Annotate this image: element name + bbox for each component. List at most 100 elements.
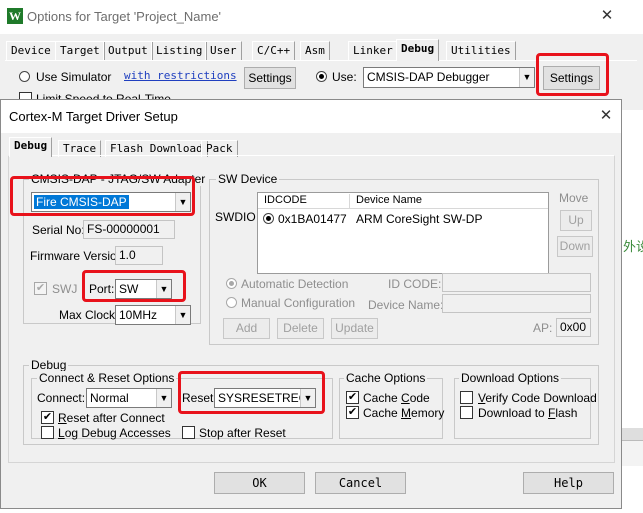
sw-device-table[interactable]: IDCODE Device Name 0x1BA01477 ARM CoreSi… — [257, 192, 549, 274]
tab-debug[interactable]: Debug — [9, 137, 53, 157]
stop-after-reset-checkbox[interactable] — [182, 426, 195, 439]
use-debugger-label: Use: — [332, 70, 357, 84]
max-clock-select-value: 10MHz — [119, 308, 158, 322]
column-header-device-name: Device Name — [356, 194, 423, 206]
log-debug-accesses-label: Log Debug Accesses — [58, 426, 171, 440]
debugger-select[interactable]: CMSIS-DAP Debugger — [363, 67, 535, 88]
column-header-idcode: IDCODE — [258, 194, 350, 209]
chevron-down-icon — [519, 68, 534, 87]
reset-after-connect-checkbox[interactable]: ✔ — [41, 411, 54, 424]
port-label: Port: — [89, 282, 115, 296]
debugger-settings-button[interactable]: Settings — [543, 66, 600, 90]
device-name-field[interactable] — [442, 294, 591, 313]
driver-setup-close-icon[interactable]: ✕ — [598, 108, 614, 124]
manual-configuration-radio[interactable] — [226, 297, 237, 308]
sw-device-table-header: IDCODE Device Name — [258, 193, 548, 209]
reset-after-connect-label: Reset after Connect — [58, 411, 165, 425]
log-debug-accesses-checkbox[interactable] — [41, 426, 54, 439]
connect-select[interactable]: Normal — [86, 388, 172, 408]
driver-setup-title: Cortex-M Target Driver Setup — [9, 109, 178, 124]
chevron-down-icon — [175, 306, 190, 324]
verify-code-download-label: Verify Code Download — [478, 391, 597, 405]
tab-listing[interactable]: Listing — [151, 41, 208, 60]
tab-linker[interactable]: Linker — [348, 41, 398, 60]
options-window-title: Options for Target 'Project_Name' — [27, 9, 222, 24]
chevron-down-icon — [156, 389, 171, 407]
options-window-close-icon[interactable]: ✕ — [599, 8, 615, 24]
adapter-select[interactable]: Fire CMSIS-DAP — [31, 192, 191, 212]
uvision-app-icon: W — [7, 8, 23, 24]
tab-c-cpp[interactable]: C/C++ — [252, 41, 296, 60]
reset-label: Reset: — [182, 391, 217, 405]
chevron-down-icon — [175, 193, 190, 211]
device-row-name: ARM CoreSight SW-DP — [356, 212, 483, 226]
driver-setup-titlebar: Cortex-M Target Driver Setup ✕ — [1, 100, 621, 133]
simulator-settings-button[interactable]: Settings — [244, 67, 296, 89]
update-button[interactable]: Update — [331, 318, 378, 339]
verify-code-download-checkbox[interactable] — [460, 391, 473, 404]
cache-options-group-title: Cache Options — [344, 371, 428, 385]
reset-select[interactable]: SYSRESETREQ — [214, 388, 316, 408]
swj-label: SWJ — [52, 282, 78, 296]
max-clock-label: Max Clock: — [59, 308, 119, 322]
delete-button[interactable]: Delete — [277, 318, 324, 339]
help-button[interactable]: Help — [523, 472, 614, 494]
swj-checkbox: ✔ — [34, 282, 47, 295]
cancel-button[interactable]: Cancel — [315, 472, 406, 494]
tab-target[interactable]: Target — [55, 41, 105, 60]
id-code-field[interactable] — [442, 273, 591, 292]
ok-button[interactable]: OK — [214, 472, 305, 494]
stop-after-reset-label: Stop after Reset — [199, 426, 286, 440]
move-label: Move — [559, 191, 589, 205]
swdio-label: SWDIO — [215, 210, 256, 224]
tab-user[interactable]: User — [205, 41, 242, 60]
background-edge-text: 外设 — [623, 239, 643, 254]
move-up-button[interactable]: Up — [560, 210, 592, 231]
device-row-radio[interactable] — [263, 213, 274, 224]
background-edge-bar — [622, 428, 643, 440]
tab-device[interactable]: Device — [6, 41, 56, 60]
connect-label: Connect: — [37, 391, 86, 405]
with-restrictions-link[interactable]: with restrictions — [124, 69, 237, 82]
adapter-group-title: CMSIS-DAP - JTAG/SW Adapter — [29, 172, 208, 186]
connect-reset-group-title: Connect & Reset Options — [37, 371, 177, 385]
device-row-idcode: 0x1BA01477 — [278, 212, 347, 226]
tab-utilities[interactable]: Utilities — [446, 41, 516, 60]
use-debugger-radio[interactable] — [316, 71, 327, 82]
cache-memory-checkbox[interactable]: ✔ — [346, 406, 359, 419]
cache-code-label: Cache Code — [363, 391, 430, 405]
ap-label: AP: — [533, 321, 553, 335]
use-simulator-radio[interactable] — [19, 71, 30, 82]
reset-select-value: SYSRESETREQ — [218, 391, 309, 405]
automatic-detection-label: Automatic Detection — [241, 277, 349, 291]
tab-output[interactable]: Output — [103, 41, 153, 60]
max-clock-select[interactable]: 10MHz — [115, 305, 191, 325]
serial-no-field: FS-00000001 — [83, 220, 175, 239]
table-row[interactable]: 0x1BA01477 ARM CoreSight SW-DP — [258, 210, 548, 227]
move-down-button[interactable]: Down — [557, 236, 593, 257]
tab-asm[interactable]: Asm — [300, 41, 330, 60]
options-for-target-window: W Options for Target 'Project_Name' ✕ De… — [0, 0, 643, 110]
use-simulator-label: Use Simulator — [36, 70, 112, 84]
ap-field[interactable]: 0x00 — [556, 318, 591, 337]
serial-no-label: Serial No: — [32, 223, 85, 237]
id-code-label: ID CODE: — [388, 277, 442, 291]
port-select[interactable]: SW — [115, 279, 172, 299]
cortex-m-target-driver-setup-dialog: Cortex-M Target Driver Setup ✕ Debug Tra… — [0, 99, 622, 509]
manual-configuration-label: Manual Configuration — [241, 296, 356, 310]
debugger-select-value: CMSIS-DAP Debugger — [367, 70, 490, 84]
adapter-select-value: Fire CMSIS-DAP — [34, 195, 129, 209]
add-button[interactable]: Add — [223, 318, 270, 339]
connect-select-value: Normal — [90, 391, 129, 405]
chevron-down-icon — [300, 389, 315, 407]
automatic-detection-radio[interactable] — [226, 278, 237, 289]
cache-memory-label: Cache Memory — [363, 406, 445, 420]
port-select-value: SW — [119, 282, 139, 296]
options-window-titlebar: W Options for Target 'Project_Name' ✕ — [0, 0, 643, 34]
download-to-flash-label: Download to Flash — [478, 406, 578, 420]
background-edge-panel — [622, 440, 643, 466]
cache-code-checkbox[interactable]: ✔ — [346, 391, 359, 404]
tab-debug[interactable]: Debug — [396, 39, 440, 61]
tab-strip-divider — [5, 60, 637, 61]
download-to-flash-checkbox[interactable] — [460, 406, 473, 419]
